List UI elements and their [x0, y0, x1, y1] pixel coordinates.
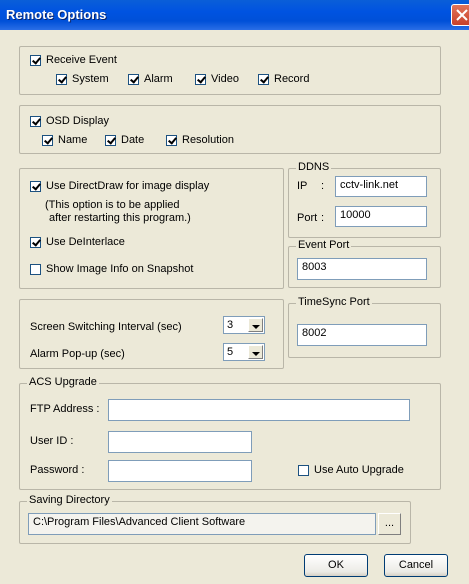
ftp-address-field[interactable] [108, 399, 410, 421]
date-label: Date [121, 134, 145, 146]
receive-event-group: Receive Event System Alarm Video Record [19, 46, 441, 95]
checkbox-box [105, 134, 116, 146]
password-field[interactable] [108, 460, 252, 482]
timesync-port-title: TimeSync Port [296, 296, 372, 308]
ip-colon: : [321, 180, 325, 192]
checkbox-box [166, 134, 177, 146]
name-label: Name [58, 134, 88, 146]
record-label: Record [274, 73, 310, 85]
password-label: Password : [30, 464, 85, 476]
checkbox-box [30, 263, 41, 275]
interval-group: Screen Switching Interval (sec) 3 Alarm … [19, 299, 284, 369]
checkbox-box [30, 180, 41, 192]
acs-upgrade-group: ACS Upgrade FTP Address : User ID : Pass… [19, 376, 441, 490]
saving-directory-group: Saving Directory C:\Program Files\Advanc… [19, 494, 411, 544]
resolution-checkbox[interactable]: Resolution [166, 134, 234, 146]
receive-event-checkbox[interactable]: Receive Event [30, 54, 117, 66]
timesync-port-group: TimeSync Port 8002 [288, 296, 441, 358]
osd-group: OSD Display Name Date Resolution [19, 105, 441, 154]
chevron-down-icon[interactable] [248, 345, 263, 359]
port-label: Port [297, 212, 318, 224]
video-label: Video [211, 73, 239, 85]
screen-switching-value: 3 [227, 319, 234, 331]
screen-switching-label: Screen Switching Interval (sec) [30, 321, 182, 333]
resolution-label: Resolution [182, 134, 234, 146]
ip-label: IP [297, 180, 308, 192]
deinterlace-label: Use DeInterlace [46, 236, 125, 248]
auto-upgrade-checkbox[interactable]: Use Auto Upgrade [298, 464, 404, 476]
chevron-down-icon[interactable] [248, 318, 263, 332]
image-info-label: Show Image Info on Snapshot [46, 263, 194, 275]
image-info-checkbox[interactable]: Show Image Info on Snapshot [30, 263, 193, 275]
display-options-group: Use DirectDraw for image display (This o… [19, 168, 284, 289]
screen-switching-select[interactable]: 3 [223, 316, 265, 334]
name-checkbox[interactable]: Name [42, 134, 87, 146]
directdraw-label: Use DirectDraw for image display [46, 180, 210, 192]
title-bar: Remote Options [0, 0, 469, 30]
window-title: Remote Options [6, 7, 107, 22]
system-checkbox[interactable]: System [56, 73, 109, 85]
restart-note-line1: (This option is to be applied [45, 199, 180, 211]
alarm-popup-label: Alarm Pop-up (sec) [30, 348, 125, 360]
ok-button[interactable]: OK [304, 554, 368, 577]
user-id-label: User ID : [30, 435, 74, 447]
directdraw-checkbox[interactable]: Use DirectDraw for image display [30, 180, 209, 192]
osd-display-checkbox[interactable]: OSD Display [30, 115, 109, 127]
event-port-field[interactable]: 8003 [297, 258, 427, 280]
browse-button[interactable]: ... [378, 513, 401, 535]
port-colon: : [321, 212, 325, 224]
port-field[interactable]: 10000 [335, 206, 427, 227]
checkbox-box [195, 73, 206, 85]
date-checkbox[interactable]: Date [105, 134, 144, 146]
checkbox-box [30, 54, 41, 66]
event-port-title: Event Port [296, 239, 352, 251]
ftp-address-label: FTP Address : [30, 403, 100, 415]
alarm-checkbox[interactable]: Alarm [128, 73, 173, 85]
close-icon [456, 9, 468, 21]
saving-directory-path[interactable]: C:\Program Files\Advanced Client Softwar… [28, 513, 376, 535]
auto-upgrade-label: Use Auto Upgrade [314, 464, 404, 476]
ddns-group: DDNS IP : cctv-link.net Port : 10000 [288, 161, 441, 238]
checkbox-box [128, 73, 139, 85]
alarm-popup-value: 5 [227, 346, 234, 358]
record-checkbox[interactable]: Record [258, 73, 309, 85]
checkbox-box [298, 464, 309, 476]
checkbox-box [56, 73, 67, 85]
receive-event-label: Receive Event [46, 54, 117, 66]
checkbox-box [30, 236, 41, 248]
osd-display-label: OSD Display [46, 115, 109, 127]
restart-note-line2: after restarting this program.) [49, 212, 191, 224]
user-id-field[interactable] [108, 431, 252, 453]
event-port-group: Event Port 8003 [288, 239, 441, 288]
acs-upgrade-title: ACS Upgrade [27, 376, 99, 388]
cancel-button[interactable]: Cancel [384, 554, 448, 577]
ddns-title: DDNS [296, 161, 332, 173]
deinterlace-checkbox[interactable]: Use DeInterlace [30, 236, 125, 248]
remote-options-dialog: Remote Options Receive Event System Alar… [0, 0, 469, 584]
timesync-port-field[interactable]: 8002 [297, 324, 427, 346]
system-label: System [72, 73, 109, 85]
video-checkbox[interactable]: Video [195, 73, 239, 85]
alarm-label: Alarm [144, 73, 173, 85]
ip-field[interactable]: cctv-link.net [335, 176, 427, 197]
checkbox-box [42, 134, 53, 146]
saving-directory-title: Saving Directory [27, 494, 112, 506]
checkbox-box [258, 73, 269, 85]
checkbox-box [30, 115, 41, 127]
alarm-popup-select[interactable]: 5 [223, 343, 265, 361]
close-button[interactable] [451, 4, 469, 26]
